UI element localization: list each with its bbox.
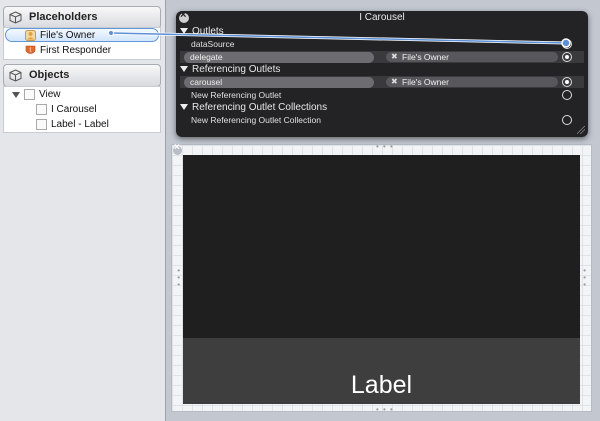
label-icon [36, 119, 47, 130]
svg-text:1: 1 [29, 48, 32, 54]
view-label: View [39, 89, 61, 100]
outlet-name: New Referencing Outlet [191, 90, 282, 100]
outlet-pill: carousel [184, 77, 374, 88]
referencing-outlet-collections-group[interactable]: Referencing Outlet Collections [180, 101, 327, 114]
disclosure-triangle-icon[interactable] [12, 92, 20, 98]
label-view[interactable]: Label [183, 338, 580, 404]
connection-target-label: File's Owner [402, 77, 449, 87]
connection-circle-icon[interactable] [562, 115, 572, 125]
close-icon[interactable] [173, 142, 182, 155]
outlet-name: dataSource [191, 39, 235, 49]
i-carousel-label: I Carousel [51, 104, 97, 115]
resize-handle-bottom[interactable]: • • • [376, 405, 394, 414]
connections-hud: I Carousel Outlets dataSource delegate ✖… [176, 9, 588, 137]
outlet-name: New Referencing Outlet Collection [191, 115, 321, 125]
outlet-name: delegate [190, 52, 223, 62]
referencing-outlet-row-carousel[interactable]: carousel ✖ File's Owner [180, 76, 584, 88]
first-responder-label: First Responder [40, 45, 112, 56]
resize-handle-top[interactable]: • • • [376, 142, 394, 151]
files-owner-icon [25, 30, 36, 41]
referencing-outlets-title: Referencing Outlets [192, 64, 281, 75]
label-text: Label [350, 371, 413, 399]
connection-circle-icon[interactable] [562, 39, 572, 49]
document-outline-panel: Placeholders File's Owner 1 First Respon… [0, 0, 166, 421]
outlet-row-delegate[interactable]: delegate ✖ File's Owner [180, 51, 584, 63]
connection-target[interactable]: ✖ File's Owner [386, 52, 558, 62]
referencing-outlet-collections-title: Referencing Outlet Collections [192, 102, 328, 113]
referencing-outlets-group[interactable]: Referencing Outlets [180, 63, 280, 76]
view-frame[interactable]: • • • • • • • • • • • • Label [171, 142, 592, 414]
disconnect-icon[interactable]: ✖ [391, 52, 398, 62]
outlet-name: carousel [190, 77, 223, 87]
placeholders-title: Placeholders [29, 11, 98, 23]
outlet-pill: delegate [184, 52, 374, 63]
resize-handle-right[interactable]: • • • [580, 269, 589, 287]
objects-section-header[interactable]: Objects [3, 64, 161, 87]
outlet-row-datasource[interactable]: dataSource [180, 38, 584, 50]
disconnect-icon[interactable]: ✖ [391, 77, 398, 87]
resize-handle-left[interactable]: • • • [174, 269, 183, 287]
outlets-title: Outlets [192, 26, 224, 37]
connection-circle-icon[interactable] [562, 90, 572, 100]
connection-target-label: File's Owner [402, 52, 449, 62]
objects-title: Objects [29, 69, 70, 81]
view-icon [24, 89, 35, 100]
outlets-group[interactable]: Outlets [180, 25, 224, 38]
cube-icon [9, 69, 22, 82]
connection-circle-icon[interactable] [562, 52, 572, 62]
hud-title: I Carousel [359, 12, 405, 23]
files-owner-label: File's Owner [40, 30, 96, 41]
cube-icon [9, 11, 22, 24]
connection-target[interactable]: ✖ File's Owner [386, 77, 558, 87]
disclosure-triangle-icon[interactable] [180, 28, 188, 34]
label-label: Label - Label [51, 119, 109, 130]
new-referencing-outlet-collection-row[interactable]: New Referencing Outlet Collection [180, 114, 584, 126]
view-icon [36, 104, 47, 115]
placeholders-section-header[interactable]: Placeholders [3, 6, 161, 29]
disclosure-triangle-icon[interactable] [180, 66, 188, 72]
first-responder-icon: 1 [25, 45, 36, 54]
resize-grip-icon[interactable] [577, 126, 585, 134]
new-referencing-outlet-row[interactable]: New Referencing Outlet [180, 89, 584, 101]
connection-circle-icon[interactable] [562, 77, 572, 87]
disclosure-triangle-icon[interactable] [180, 104, 188, 110]
i-carousel-view[interactable] [183, 155, 580, 338]
